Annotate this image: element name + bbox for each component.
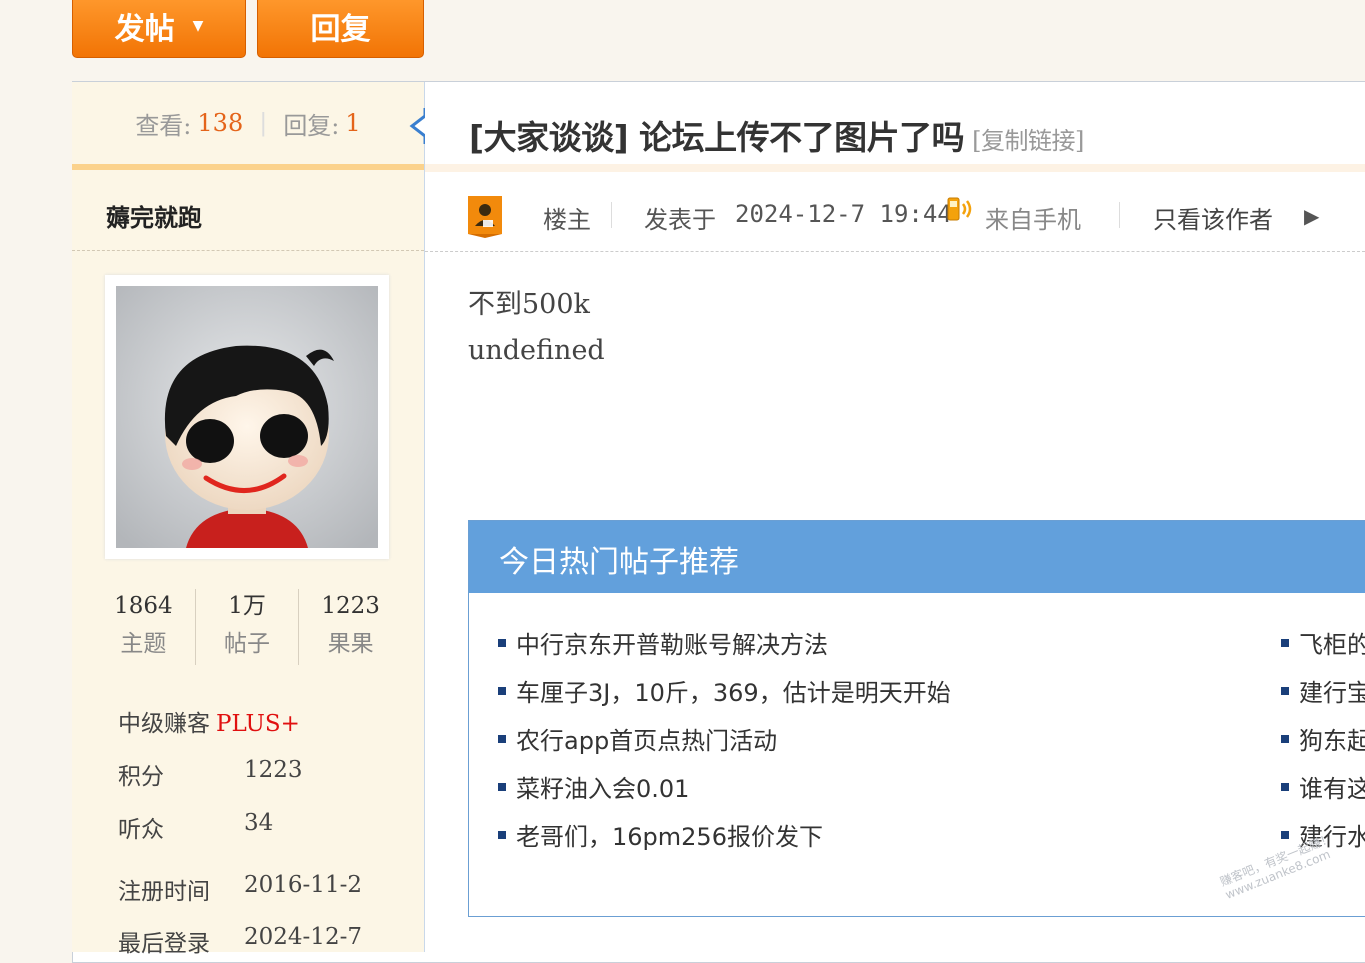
posted-time: 2024-12-7 19:44 (735, 200, 952, 228)
views-count: 138 (197, 109, 244, 137)
bullet-icon (498, 831, 506, 839)
registered-row: 注册时间 2016-11-2 (118, 872, 362, 906)
meta-divider-line (425, 251, 1365, 252)
bullet-icon (1281, 783, 1289, 791)
hot-post-link[interactable]: 飞柜的 (1299, 625, 1365, 660)
author-sidebar: 查看: 138 | 回复: 1 薅完就跑 1864 主题 1万 帖子 1223 … (72, 82, 425, 957)
reply-label: 回复 (310, 12, 371, 47)
post-line-2: undefined (468, 335, 605, 366)
play-arrow-icon[interactable]: ▶ (1304, 204, 1319, 228)
hot-post-link[interactable]: 农行app首页点热门活动 (516, 721, 777, 756)
posted-prefix: 发表于 (644, 206, 716, 234)
bullet-icon (1281, 687, 1289, 695)
last-login-value: 2024-12-7 (244, 924, 362, 950)
host-user-icon (468, 196, 502, 238)
author-counts: 1864 主题 1万 帖子 1223 果果 (92, 587, 402, 667)
reply-button[interactable]: 回复 (257, 0, 424, 58)
views-label: 查看: (135, 111, 192, 140)
hot-post-link[interactable]: 谁有这 (1299, 769, 1365, 804)
points-label: 积分 (118, 764, 164, 790)
plus-badge: PLUS+ (216, 711, 300, 737)
new-post-label: 发帖 (114, 12, 175, 47)
sidebar-accent-line (72, 164, 424, 170)
thread-title-row: [大家谈谈] 论坛上传不了图片了吗 [复制链接] (425, 83, 1365, 169)
post-line-1: 不到500k (468, 289, 590, 320)
hot-post-link[interactable]: 建行宝 (1299, 673, 1365, 708)
count-posts[interactable]: 1万 帖子 (196, 587, 299, 667)
count-fruits[interactable]: 1223 果果 (299, 587, 402, 667)
listeners-label: 听众 (118, 817, 164, 843)
registered-label: 注册时间 (118, 879, 210, 905)
divider (72, 250, 424, 251)
hot-posts-panel: 今日热门帖子推荐 中行京东开普勒账号解决方法 车厘子3J，10斤，369，估计是… (468, 520, 1365, 917)
post-meta: 楼主 发表于 2024-12-7 19:44 来自手机 只看该作者 ▶ (468, 196, 1365, 240)
thread-title-text: [大家谈谈] 论坛上传不了图片了吗 (469, 118, 965, 157)
hot-post-link[interactable]: 菜籽油入会0.01 (516, 769, 689, 804)
bullet-icon (498, 783, 506, 791)
hot-posts-header: 今日热门帖子推荐 (469, 521, 1365, 593)
hot-posts-title: 今日热门帖子推荐 (499, 545, 739, 580)
bullet-icon (1281, 639, 1289, 647)
title-underline (425, 164, 1365, 172)
last-login-row: 最后登录 2024-12-7 (118, 924, 362, 958)
listeners-row: 听众 34 (118, 810, 273, 844)
author-name[interactable]: 薅完就跑 (106, 198, 202, 233)
meta-divider (1119, 202, 1120, 228)
last-login-label: 最后登录 (118, 931, 210, 957)
avatar-image (116, 286, 378, 548)
count-threads[interactable]: 1864 主题 (92, 587, 195, 667)
avatar[interactable] (105, 275, 389, 559)
replies-label: 回复: (283, 111, 340, 140)
bullet-icon (498, 639, 506, 647)
count-posts-label: 帖子 (224, 631, 270, 657)
copy-link[interactable]: [复制链接] (972, 127, 1084, 155)
stats-divider: | (259, 109, 268, 137)
mobile-phone-icon (947, 197, 972, 221)
replies-count: 1 (345, 109, 361, 137)
bullet-icon (498, 735, 506, 743)
thread-title: [大家谈谈] 论坛上传不了图片了吗 [复制链接] (469, 111, 1084, 159)
user-level: 中级赚客 PLUS+ (118, 704, 300, 738)
post-body: 不到500k undefined (468, 282, 605, 374)
thread-stats: 查看: 138 | 回复: 1 (72, 82, 424, 164)
count-threads-label: 主题 (120, 631, 167, 657)
hot-post-link[interactable]: 中行京东开普勒账号解决方法 (516, 625, 828, 660)
hot-post-link[interactable]: 狗东起 (1299, 721, 1365, 756)
count-fruits-label: 果果 (327, 631, 374, 657)
meta-divider (611, 202, 612, 228)
only-author-link[interactable]: 只看该作者 (1153, 200, 1273, 235)
bullet-icon (1281, 735, 1289, 743)
hot-post-link[interactable]: 车厘子3J，10斤，369，估计是明天开始 (516, 673, 951, 708)
host-label: 楼主 (543, 206, 591, 234)
bullet-icon (498, 687, 506, 695)
user-level-text[interactable]: 中级赚客 (118, 711, 210, 737)
count-threads-value: 1864 (114, 593, 173, 619)
new-post-button[interactable]: 发帖 ▼ (72, 0, 246, 58)
count-posts-value: 1万 (228, 593, 266, 619)
chevron-down-icon: ▼ (192, 18, 204, 34)
hot-post-link[interactable]: 老哥们，16pm256报价发下 (516, 817, 823, 852)
bullet-icon (1281, 831, 1289, 839)
registered-value: 2016-11-2 (244, 872, 362, 898)
listeners-value[interactable]: 34 (244, 810, 273, 836)
source-text[interactable]: 来自手机 (985, 200, 1081, 235)
count-fruits-value: 1223 (321, 593, 380, 619)
points-row: 积分 1223 (118, 757, 303, 791)
points-value: 1223 (244, 757, 303, 783)
